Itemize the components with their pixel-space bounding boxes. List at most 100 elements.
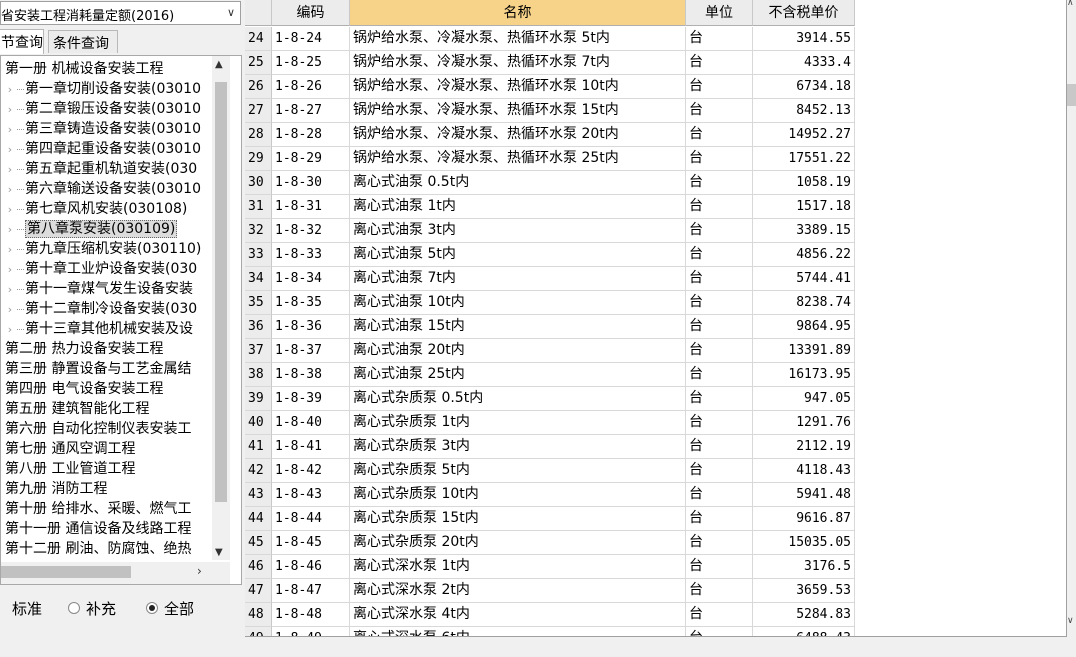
cell-price[interactable]: 8238.74 — [753, 291, 855, 315]
cell-price[interactable]: 6488.43 — [753, 627, 855, 636]
cell-code[interactable]: 1-8-30 — [272, 171, 350, 195]
cell-price[interactable]: 3659.53 — [753, 579, 855, 603]
cell-code[interactable]: 1-8-38 — [272, 363, 350, 387]
column-header-code[interactable]: 编码 — [272, 0, 350, 26]
table-row[interactable]: 491-8-49离心式深水泵 6t内台6488.43 — [245, 627, 855, 636]
cell-name[interactable]: 离心式杂质泵 0.5t内 — [350, 387, 686, 411]
expand-chevron-icon[interactable]: › — [3, 200, 17, 220]
cell-name[interactable]: 离心式油泵 15t内 — [350, 315, 686, 339]
cell-code[interactable]: 1-8-48 — [272, 603, 350, 627]
tree-item[interactable]: › 第十一章煤气发生设备安装 — [3, 279, 193, 299]
table-row[interactable]: 29 1-8-29 锅炉给水泵、冷凝水泵、热循环水泵 25t内台 17551.22 — [245, 147, 855, 171]
cell-price[interactable]: 5941.48 — [753, 483, 855, 507]
cell-name[interactable]: 锅炉给水泵、冷凝水泵、热循环水泵 5t内 — [350, 27, 686, 51]
cell-code[interactable]: 1-8-42 — [272, 459, 350, 483]
cell-name[interactable]: 锅炉给水泵、冷凝水泵、热循环水泵 25t内 — [350, 147, 686, 171]
cell-code[interactable]: 1-8-27 — [272, 99, 350, 123]
cell-unit[interactable]: 台 — [686, 483, 753, 507]
cell-unit[interactable]: 台 — [686, 171, 753, 195]
cell-name[interactable]: 离心式深水泵 4t内 — [350, 603, 686, 627]
table-row[interactable]: 33 1-8-33 离心式油泵 5t内台 4856.22 — [245, 243, 855, 267]
expand-chevron-icon[interactable]: › — [3, 240, 17, 260]
cell-unit[interactable]: 台 — [686, 195, 753, 219]
cell-name[interactable]: 离心式杂质泵 5t内 — [350, 459, 686, 483]
table-row[interactable]: 47 1-8-47 离心式深水泵 2t内台 3659.53 — [245, 579, 855, 603]
expand-chevron-icon[interactable]: › — [3, 120, 17, 140]
cell-unit[interactable]: 台 — [686, 339, 753, 363]
cell-unit[interactable]: 台 — [686, 627, 753, 636]
tree-vertical-scrollbar[interactable]: ▲ ▼ — [212, 56, 230, 560]
scroll-thumb[interactable] — [1067, 84, 1076, 106]
tree-item[interactable]: › 第十三章其他机械安装及设 — [3, 319, 193, 339]
column-header-name[interactable]: 名称 — [350, 0, 686, 26]
grid-vertical-scrollbar[interactable]: ∧ ∨ — [1067, 0, 1076, 637]
expand-chevron-icon[interactable]: › — [3, 260, 17, 280]
quota-library-select[interactable]: 省安装工程消耗量定额(2016) ∨ — [0, 1, 241, 25]
cell-name[interactable]: 离心式深水泵 2t内 — [350, 579, 686, 603]
scroll-right-icon[interactable]: › — [197, 564, 202, 578]
cell-unit[interactable]: 台 — [686, 123, 753, 147]
cell-name[interactable]: 离心式油泵 20t内 — [350, 339, 686, 363]
scroll-down-icon[interactable]: ▼ — [215, 547, 223, 558]
cell-price[interactable]: 9616.87 — [753, 507, 855, 531]
cell-code[interactable]: 1-8-45 — [272, 531, 350, 555]
cell-price[interactable]: 3176.5 — [753, 555, 855, 579]
cell-unit[interactable]: 台 — [686, 243, 753, 267]
cell-code[interactable]: 1-8-28 — [272, 123, 350, 147]
table-row[interactable]: 42 1-8-42 离心式杂质泵 5t内台 4118.43 — [245, 459, 855, 483]
expand-chevron-icon[interactable]: › — [3, 300, 17, 320]
cell-price[interactable]: 1058.19 — [753, 171, 855, 195]
tree-item[interactable]: › 第十二章制冷设备安装(030 — [3, 299, 197, 319]
table-row[interactable]: 38 1-8-38 离心式油泵 25t内台 16173.95 — [245, 363, 855, 387]
radio-supplement[interactable]: 补充 — [68, 598, 116, 619]
cell-code[interactable]: 1-8-47 — [272, 579, 350, 603]
tree-item[interactable]: › 第九章压缩机安装(030110) — [3, 239, 202, 260]
cell-code[interactable]: 1-8-33 — [272, 243, 350, 267]
cell-code[interactable]: 1-8-39 — [272, 387, 350, 411]
cell-unit[interactable]: 台 — [686, 459, 753, 483]
cell-price[interactable]: 17551.22 — [753, 147, 855, 171]
cell-unit[interactable]: 台 — [686, 603, 753, 627]
cell-unit[interactable]: 台 — [686, 291, 753, 315]
cell-name[interactable]: 离心式杂质泵 3t内 — [350, 435, 686, 459]
tab-condition-query[interactable]: 条件查询 — [48, 30, 118, 53]
table-row[interactable]: 45 1-8-45 离心式杂质泵 20t内台 15035.05 — [245, 531, 855, 555]
tree-item[interactable]: 第六册 自动化控制仪表安装工 — [5, 419, 191, 439]
table-row[interactable]: 35 1-8-35 离心式油泵 10t内台 8238.74 — [245, 291, 855, 315]
table-row[interactable]: 40 1-8-40 离心式杂质泵 1t内台 1291.76 — [245, 411, 855, 435]
radio-all[interactable]: 全部 — [146, 598, 194, 619]
cell-code[interactable]: 1-8-37 — [272, 339, 350, 363]
tree-item[interactable]: 第九册 消防工程 — [5, 479, 107, 499]
scroll-up-icon[interactable]: ∧ — [1067, 0, 1074, 8]
cell-price[interactable]: 13391.89 — [753, 339, 855, 363]
tree-item[interactable]: 第四册 电气设备安装工程 — [5, 379, 163, 399]
cell-code[interactable]: 1-8-40 — [272, 411, 350, 435]
table-row[interactable]: 43 1-8-43 离心式杂质泵 10t内台 5941.48 — [245, 483, 855, 507]
tree-item[interactable]: 第三册 静置设备与工艺金属结 — [5, 359, 191, 379]
table-row[interactable]: 48 1-8-48 离心式深水泵 4t内台 5284.83 — [245, 603, 855, 627]
cell-unit[interactable]: 台 — [686, 267, 753, 291]
table-row[interactable]: 26 1-8-26 锅炉给水泵、冷凝水泵、热循环水泵 10t内台 6734.18 — [245, 75, 855, 99]
expand-chevron-icon[interactable]: › — [3, 180, 17, 200]
cell-code[interactable]: 1-8-31 — [272, 195, 350, 219]
cell-price[interactable]: 8452.13 — [753, 99, 855, 123]
cell-price[interactable]: 4856.22 — [753, 243, 855, 267]
cell-code[interactable]: 1-8-26 — [272, 75, 350, 99]
tree-item[interactable]: 第十册 给排水、采暖、燃气工 — [5, 499, 191, 519]
cell-unit[interactable]: 台 — [686, 315, 753, 339]
cell-name[interactable]: 离心式油泵 10t内 — [350, 291, 686, 315]
cell-unit[interactable]: 台 — [686, 507, 753, 531]
tree-item[interactable]: › 第六章输送设备安装(03010 — [3, 179, 201, 199]
tree-item[interactable]: › 第五章起重机轨道安装(030 — [3, 159, 197, 179]
cell-price[interactable]: 2112.19 — [753, 435, 855, 459]
cell-name[interactable]: 离心式油泵 3t内 — [350, 219, 686, 243]
cell-price[interactable]: 4333.4 — [753, 51, 855, 75]
cell-unit[interactable]: 台 — [686, 75, 753, 99]
cell-code[interactable]: 1-8-41 — [272, 435, 350, 459]
cell-name[interactable]: 离心式油泵 25t内 — [350, 363, 686, 387]
cell-unit[interactable]: 台 — [686, 99, 753, 123]
cell-name[interactable]: 离心式深水泵 6t内 — [350, 627, 686, 636]
tree-item[interactable]: › 第二章锻压设备安装(03010 — [3, 99, 201, 119]
table-row[interactable]: 27 1-8-27 锅炉给水泵、冷凝水泵、热循环水泵 15t内台 8452.13 — [245, 99, 855, 123]
tree-horizontal-scrollbar[interactable]: › — [1, 562, 230, 584]
